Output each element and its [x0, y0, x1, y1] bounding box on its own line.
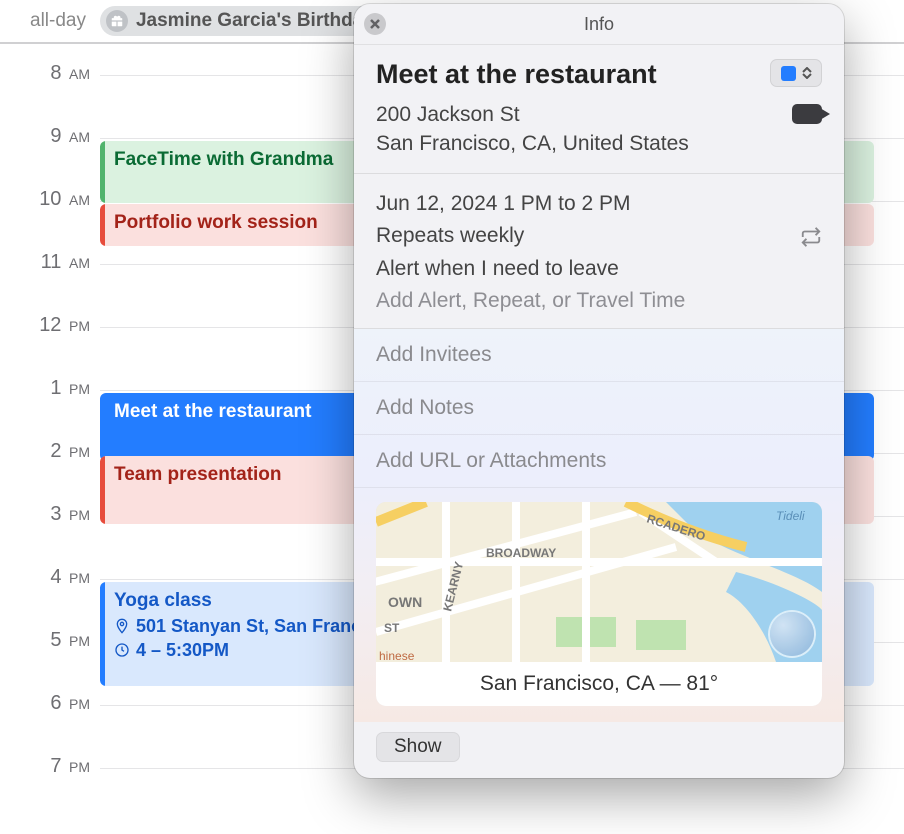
svg-text:BROADWAY: BROADWAY	[486, 546, 556, 560]
allday-event-title: Jasmine Garcia's Birthday	[136, 10, 374, 32]
title-section: Meet at the restaurant 200 Jackson St Sa…	[354, 45, 844, 173]
event-stripe	[100, 456, 105, 524]
hour-label: 2	[50, 440, 61, 462]
popover-footer: Show	[354, 722, 844, 778]
maps-3d-button[interactable]	[770, 612, 814, 656]
weather-label: San Francisco, CA — 81°	[376, 662, 822, 706]
address-line2: San Francisco, CA, United States	[376, 129, 689, 158]
svg-text:ST: ST	[384, 621, 400, 635]
svg-text:OWN: OWN	[388, 594, 422, 610]
add-alert-repeat-travel[interactable]: Add Alert, Repeat, or Travel Time	[376, 285, 822, 318]
time-alert-section: Jun 12, 2024 1 PM to 2 PM Repeats weekly…	[354, 174, 844, 328]
svg-text:hinese: hinese	[379, 649, 415, 662]
allday-event-pill[interactable]: Jasmine Garcia's Birthday	[100, 6, 388, 36]
close-button[interactable]	[364, 13, 386, 35]
facetime-icon[interactable]	[792, 104, 822, 124]
event-title: FaceTime with Grandma	[114, 149, 333, 170]
event-name-field[interactable]: Meet at the restaurant	[376, 59, 657, 90]
hour-label: 1	[50, 377, 61, 399]
event-title: Team presentation	[114, 464, 282, 485]
event-time: 4 – 5:30PM	[136, 638, 229, 662]
map-section: BROADWAY KEARNY OWN ST RCADERO Tideli hi…	[354, 487, 844, 722]
event-stripe	[100, 204, 105, 246]
gift-icon	[106, 10, 128, 32]
add-invitees-field[interactable]: Add Invitees	[354, 328, 844, 381]
location-field[interactable]: 200 Jackson St San Francisco, CA, United…	[376, 100, 689, 159]
hour-label: 10	[39, 188, 61, 210]
hour-label: 6	[50, 692, 61, 714]
show-button[interactable]: Show	[376, 732, 460, 762]
extra-fields: Add Invitees Add Notes Add URL or Attach…	[354, 328, 844, 722]
map-svg: BROADWAY KEARNY OWN ST RCADERO Tideli hi…	[376, 502, 822, 662]
hour-label: 12	[39, 314, 61, 336]
add-notes-field[interactable]: Add Notes	[354, 381, 844, 434]
popover-header: Info	[354, 4, 844, 45]
calendar-app: all-day Jasmine Garcia's Birthday 8 AM 9…	[0, 0, 904, 834]
address-line1: 200 Jackson St	[376, 100, 689, 129]
alert-field[interactable]: Alert when I need to leave	[376, 253, 822, 286]
svg-text:Tideli: Tideli	[776, 509, 805, 523]
event-stripe	[100, 582, 105, 686]
event-title: Yoga class	[114, 590, 212, 611]
calendar-swatch	[781, 66, 796, 81]
close-icon	[369, 18, 381, 30]
hour-label: 7	[50, 755, 61, 777]
repeat-icon	[800, 226, 822, 248]
event-stripe	[100, 141, 105, 203]
chevron-updown-icon	[802, 67, 812, 79]
calendar-picker[interactable]	[770, 59, 822, 87]
datetime-field[interactable]: Jun 12, 2024 1 PM to 2 PM	[376, 188, 822, 221]
repeat-field[interactable]: Repeats weekly	[376, 220, 524, 253]
map-preview[interactable]: BROADWAY KEARNY OWN ST RCADERO Tideli hi…	[376, 502, 822, 662]
clock-icon	[114, 642, 130, 658]
map-card[interactable]: BROADWAY KEARNY OWN ST RCADERO Tideli hi…	[376, 502, 822, 706]
hour-label: 9	[50, 125, 61, 147]
hour-label: 3	[50, 503, 61, 525]
hour-label: 8	[50, 62, 61, 84]
location-icon	[114, 618, 130, 634]
popover-title: Info	[584, 14, 614, 35]
add-url-attachments-field[interactable]: Add URL or Attachments	[354, 434, 844, 487]
event-title: Portfolio work session	[114, 212, 318, 233]
hour-label: 11	[41, 251, 62, 273]
hour-label: 4	[50, 566, 61, 588]
event-title: Meet at the restaurant	[114, 401, 311, 422]
event-info-popover: Info Meet at the restaurant 200 Jackson …	[354, 4, 844, 778]
allday-label: all-day	[30, 10, 86, 32]
hour-label: 5	[50, 629, 61, 651]
